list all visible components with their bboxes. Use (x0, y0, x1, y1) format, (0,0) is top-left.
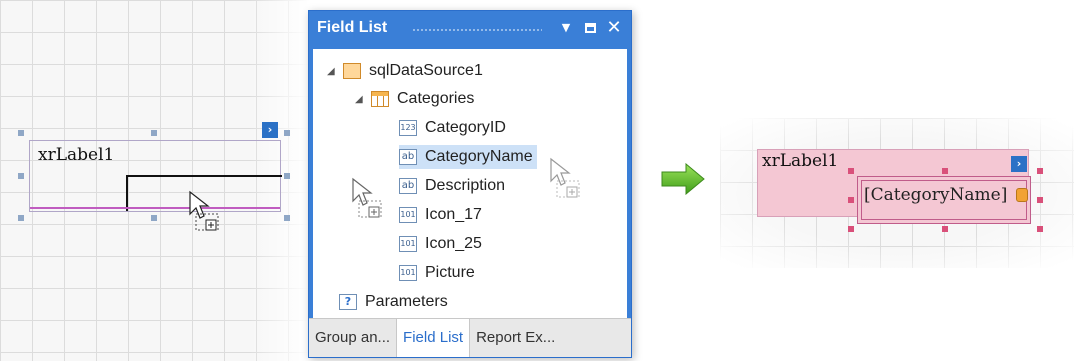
tab-report-explorer[interactable]: Report Ex... (470, 319, 561, 357)
tree-node-table[interactable]: ◢ Categories (355, 87, 474, 111)
smart-tag-button[interactable]: › (262, 122, 278, 138)
tree-field-item[interactable]: 101 Picture (399, 261, 475, 285)
panel-tabs: Group an... Field List Report Ex... (309, 318, 631, 357)
resize-handle[interactable] (1037, 168, 1043, 174)
tab-group-and-sort[interactable]: Group an... (309, 319, 398, 357)
parameters-icon: ? (339, 294, 357, 310)
field-label: Icon_25 (425, 235, 482, 252)
drag-cursor-icon (352, 177, 382, 218)
result-arrow-icon (661, 163, 705, 195)
table-label: Categories (397, 90, 475, 107)
binary-field-icon: 101 (399, 207, 417, 223)
datasource-label: sqlDataSource1 (369, 62, 483, 79)
database-binding-icon (1016, 188, 1028, 202)
smart-tag-button[interactable]: › (1011, 156, 1027, 172)
tree-field-item[interactable]: 101 Icon_17 (399, 203, 482, 227)
resize-handle[interactable] (18, 173, 24, 179)
field-label: Description (425, 177, 506, 194)
binary-field-icon: 101 (399, 236, 417, 252)
field-label: CategoryID (425, 119, 506, 136)
resize-handle[interactable] (942, 226, 948, 232)
drag-grip[interactable] (412, 28, 542, 33)
binary-field-icon: 101 (399, 265, 417, 281)
field-label: CategoryName (425, 148, 533, 165)
tab-field-list[interactable]: Field List (397, 319, 471, 357)
resize-handle[interactable] (151, 215, 157, 221)
collapse-arrow-icon[interactable]: ◢ (355, 94, 365, 105)
resize-handle[interactable] (942, 168, 948, 174)
resize-handle[interactable] (1037, 197, 1043, 203)
tree-field-item[interactable]: 123 CategoryID (399, 116, 506, 140)
tree-field-item[interactable]: 101 Icon_25 (399, 232, 482, 256)
numeric-field-icon: 123 (399, 120, 417, 136)
parameters-label: Parameters (365, 293, 448, 310)
field-label: Icon_17 (425, 206, 482, 223)
close-icon[interactable]: ✕ (605, 19, 623, 37)
string-field-icon: ab (399, 149, 417, 165)
resize-handle[interactable] (848, 168, 854, 174)
collapse-arrow-icon[interactable]: ◢ (327, 66, 337, 77)
xrlabel1-control[interactable]: xrLabel1 (29, 140, 282, 212)
resize-handle[interactable] (848, 197, 854, 203)
resize-handle[interactable] (848, 226, 854, 232)
tree-node-datasource[interactable]: ◢ sqlDataSource1 (327, 59, 483, 83)
resize-handle[interactable] (1037, 226, 1043, 232)
field-list-title: Field List (317, 19, 388, 36)
drag-cursor-icon (189, 190, 219, 231)
drag-cursor-icon (550, 157, 580, 198)
datasource-icon (343, 63, 361, 79)
table-icon (371, 91, 389, 107)
bound-field-text: [CategoryName] (864, 185, 1008, 205)
resize-handle[interactable] (284, 130, 290, 136)
resize-handle[interactable] (284, 215, 290, 221)
string-field-icon: ab (399, 178, 417, 194)
tree-node-parameters[interactable]: ? Parameters (339, 290, 448, 314)
resize-handle[interactable] (284, 173, 290, 179)
maximize-icon[interactable] (581, 19, 599, 37)
bound-field-label[interactable]: [CategoryName] (857, 176, 1031, 224)
label-bottom-line (30, 207, 280, 209)
field-list-header: Field List ▼ ✕ (309, 11, 631, 49)
resize-handle[interactable] (18, 130, 24, 136)
dropdown-icon[interactable]: ▼ (557, 19, 575, 37)
resize-handle[interactable] (18, 215, 24, 221)
tree-field-item[interactable]: ab Description (399, 174, 505, 198)
tree-field-item-selected[interactable]: ab CategoryName (399, 145, 537, 169)
field-list-panel: Field List ▼ ✕ ◢ sqlDataSource1 ◢ Catego… (308, 10, 632, 358)
xrlabel1-text: xrLabel1 (762, 151, 839, 171)
xrlabel1-text: xrLabel1 (38, 145, 115, 165)
resize-handle[interactable] (151, 130, 157, 136)
field-tree: ◢ sqlDataSource1 ◢ Categories 123 Catego… (309, 49, 631, 319)
field-label: Picture (425, 264, 475, 281)
